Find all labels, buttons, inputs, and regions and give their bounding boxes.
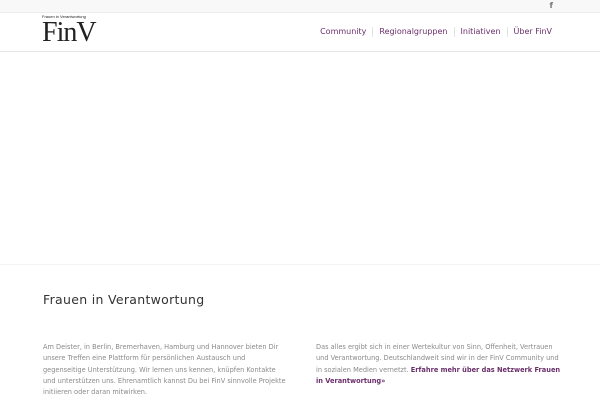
site-header: Frauen in Verantwortung FinV Community R… bbox=[0, 13, 600, 52]
logo-text: FinV bbox=[42, 17, 97, 48]
facebook-icon[interactable]: f bbox=[550, 1, 553, 10]
nav-item-ueber-finv[interactable]: Über FinV bbox=[506, 27, 558, 37]
intro-text-right: Das alles ergibt sich in einer Wertekult… bbox=[316, 342, 564, 387]
main-nav: Community Regionalgruppen Initiativen Üb… bbox=[314, 13, 558, 51]
nav-item-initiativen[interactable]: Initiativen bbox=[453, 27, 507, 37]
page-title: Frauen in Verantwortung bbox=[43, 292, 205, 307]
hero-area bbox=[0, 52, 600, 265]
intro-text-left: Am Deister, in Berlin, Bremerhaven, Hamb… bbox=[43, 343, 286, 397]
logo[interactable]: Frauen in Verantwortung FinV bbox=[42, 14, 97, 50]
top-bar: f bbox=[0, 0, 600, 13]
nav-item-community[interactable]: Community bbox=[314, 27, 372, 37]
nav-item-regionalgruppen[interactable]: Regionalgruppen bbox=[372, 27, 453, 37]
